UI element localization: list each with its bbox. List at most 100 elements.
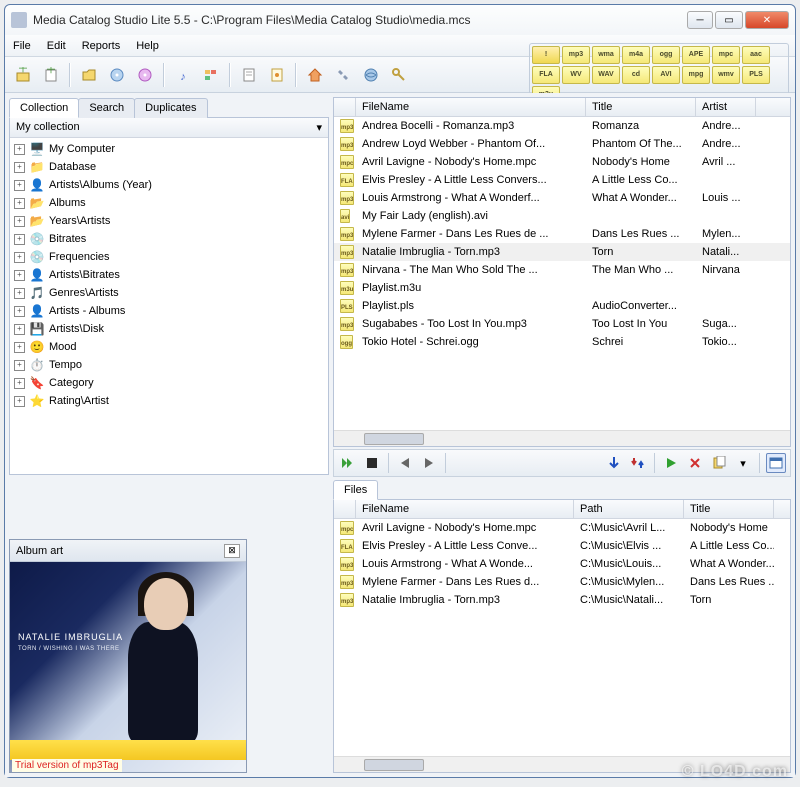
table-row[interactable]: mp3Andrew Loyd Webber - Phantom Of...Pha… [334,135,790,153]
table-row[interactable]: oggTokio Hotel - Schrei.oggSchreiTokio..… [334,333,790,351]
album-art-panel[interactable]: Album art ⊠ NATALIE IMBRUGLIA TORN / WIS… [9,539,247,773]
table-row[interactable]: mpcAvril Lavigne - Nobody's Home.mpcC:\M… [334,519,790,537]
web-button[interactable] [359,63,383,87]
add-folder-button[interactable]: ＋ [11,63,35,87]
minimize-button[interactable]: ─ [687,11,713,29]
expand-icon[interactable]: + [14,306,25,317]
filter-m4a[interactable]: m4a [622,46,650,64]
expand-icon[interactable]: + [14,360,25,371]
close-button[interactable]: ✕ [745,11,789,29]
collection-tree[interactable]: +🖥️My Computer+📁Database+👤Artists\Albums… [10,138,328,474]
dropdown-button[interactable]: ▾ [733,453,753,473]
tree-item[interactable]: +💾Artists\Disk [12,320,326,338]
table-row[interactable]: aviMy Fair Lady (english).avi [334,207,790,225]
table-row[interactable]: FLAElvis Presley - A Little Less Conve..… [334,537,790,555]
col-artist[interactable]: Artist [696,98,756,116]
filter-wma[interactable]: wma [592,46,620,64]
expand-icon[interactable]: + [14,216,25,227]
open-button[interactable] [77,63,101,87]
filter-mp3[interactable]: mp3 [562,46,590,64]
tree-item[interactable]: +🎵Genres\Artists [12,284,326,302]
tree-item[interactable]: +🙂Mood [12,338,326,356]
col-title[interactable]: Title [586,98,696,116]
tags-button[interactable] [199,63,223,87]
table-row[interactable]: mp3Louis Armstrong - What A Wonde...C:\M… [334,555,790,573]
col-icon[interactable] [334,500,356,518]
expand-icon[interactable]: + [14,180,25,191]
table-row[interactable]: mp3Natalie Imbruglia - Torn.mp3TornNatal… [334,243,790,261]
tools-button[interactable] [331,63,355,87]
next-button[interactable] [419,453,439,473]
tree-item[interactable]: +👤Artists\Bitrates [12,266,326,284]
expand-icon[interactable]: + [14,162,25,173]
filter-all[interactable]: ! [532,46,560,64]
menu-file[interactable]: File [13,40,31,52]
col-icon[interactable] [334,98,356,116]
filter-avi[interactable]: AVI [652,66,680,84]
expand-icon[interactable]: + [14,396,25,407]
fastfwd-button[interactable] [338,453,358,473]
doc-button[interactable] [237,63,261,87]
expand-icon[interactable]: + [14,252,25,263]
filter-wav[interactable]: WAV [592,66,620,84]
tree-item[interactable]: +📁Database [12,158,326,176]
bottom-list[interactable]: mpcAvril Lavigne - Nobody's Home.mpcC:\M… [334,519,790,756]
expand-icon[interactable]: + [14,270,25,281]
tab-collection[interactable]: Collection [9,98,79,118]
tree-item[interactable]: +💿Frequencies [12,248,326,266]
menu-edit[interactable]: Edit [47,40,66,52]
tree-item[interactable]: +📂Years\Artists [12,212,326,230]
table-row[interactable]: mp3Mylene Farmer - Dans Les Rues de ...D… [334,225,790,243]
table-row[interactable]: mp3Andrea Bocelli - Romanza.mp3RomanzaAn… [334,117,790,135]
menu-reports[interactable]: Reports [82,40,121,52]
expand-icon[interactable]: + [14,234,25,245]
copy-button[interactable] [709,453,729,473]
titlebar[interactable]: Media Catalog Studio Lite 5.5 - C:\Progr… [5,5,795,35]
maximize-button[interactable]: ▭ [715,11,743,29]
expand-icon[interactable]: + [14,324,25,335]
col-title[interactable]: Title [684,500,774,518]
expand-icon[interactable]: + [14,342,25,353]
tree-item[interactable]: +⭐Rating\Artist [12,392,326,410]
tree-header-dropdown-icon[interactable]: ▾ [316,121,322,134]
table-row[interactable]: m3uPlaylist.m3u [334,279,790,297]
col-filename[interactable]: FileName [356,98,586,116]
tree-item[interactable]: +🔖Category [12,374,326,392]
key-button[interactable] [387,63,411,87]
table-row[interactable]: mp3Natalie Imbruglia - Torn.mp3C:\Music\… [334,591,790,609]
table-row[interactable]: mp3Sugababes - Too Lost In You.mp3Too Lo… [334,315,790,333]
table-row[interactable]: mpcAvril Lavigne - Nobody's Home.mpcNobo… [334,153,790,171]
home-button[interactable] [303,63,327,87]
tree-item[interactable]: +🖥️My Computer [12,140,326,158]
props-button[interactable] [265,63,289,87]
menu-help[interactable]: Help [136,40,159,52]
filter-pls[interactable]: PLS [742,66,770,84]
table-row[interactable]: mp3Mylene Farmer - Dans Les Rues d...C:\… [334,573,790,591]
table-row[interactable]: mp3Nirvana - The Man Who Sold The ...The… [334,261,790,279]
filter-mpc[interactable]: mpc [712,46,740,64]
prev-button[interactable] [395,453,415,473]
tab-search[interactable]: Search [78,98,135,118]
stop-button[interactable] [362,453,382,473]
expand-icon[interactable]: + [14,378,25,389]
scroll-thumb[interactable] [364,433,424,445]
col-path[interactable]: Path [574,500,684,518]
tree-header[interactable]: My collection ▾ [10,118,328,138]
expand-icon[interactable]: + [14,288,25,299]
tree-item[interactable]: +⏱️Tempo [12,356,326,374]
tree-item[interactable]: +💿Bitrates [12,230,326,248]
table-row[interactable]: FLAElvis Presley - A Little Less Convers… [334,171,790,189]
table-row[interactable]: mp3Louis Armstrong - What A Wonderf...Wh… [334,189,790,207]
col-filename[interactable]: FileName [356,500,574,518]
album-art-close-button[interactable]: ⊠ [224,544,240,558]
delete-button[interactable] [685,453,705,473]
layout-button[interactable] [766,453,786,473]
album-art-titlebar[interactable]: Album art ⊠ [10,540,246,562]
tree-item[interactable]: +📂Albums [12,194,326,212]
filter-aac[interactable]: aac [742,46,770,64]
filter-wmv[interactable]: wmv [712,66,740,84]
main-list[interactable]: mp3Andrea Bocelli - Romanza.mp3RomanzaAn… [334,117,790,430]
filter-ogg[interactable]: ogg [652,46,680,64]
expand-icon[interactable]: + [14,144,25,155]
tab-duplicates[interactable]: Duplicates [134,98,207,118]
